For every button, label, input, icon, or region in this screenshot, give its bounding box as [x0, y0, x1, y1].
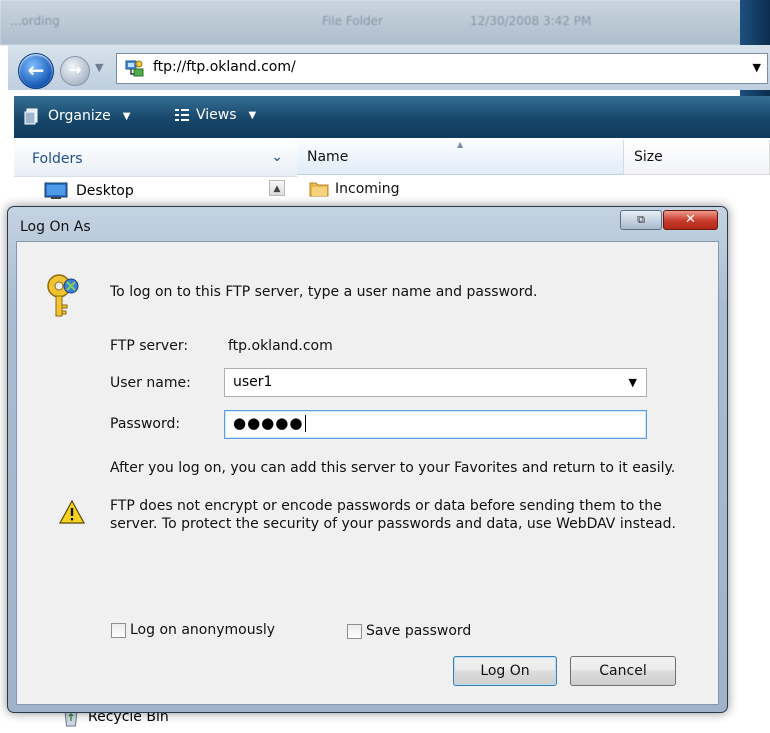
file-row-incoming[interactable]: Incoming — [309, 180, 400, 198]
views-label: Views — [196, 107, 237, 123]
password-value: ●●●●● — [233, 414, 307, 432]
forward-arrow-icon[interactable]: → — [60, 56, 90, 86]
checkbox-box[interactable] — [111, 622, 126, 638]
warning-line-1: FTP does not encrypt or encode passwords… — [110, 498, 662, 514]
column-name-label: Name — [307, 149, 349, 165]
chevron-down-icon: ▼ — [122, 110, 131, 122]
ftp-network-icon — [125, 60, 144, 77]
save-password-label: Save password — [366, 623, 472, 639]
scroll-up-button[interactable]: ▲ — [269, 180, 285, 196]
user-name-label: User name: — [110, 375, 191, 391]
chevron-down-icon[interactable]: ⌄ — [271, 149, 283, 165]
anonymous-label: Log on anonymously — [130, 622, 276, 638]
background-title-strip: ...ording File Folder 12/30/2008 3:42 PM — [0, 0, 770, 45]
ghost-text-right: 12/30/2008 3:42 PM — [470, 14, 592, 28]
folder-icon — [309, 182, 329, 197]
chevron-down-icon[interactable]: ▼ — [629, 376, 637, 389]
save-password-checkbox[interactable]: Save password — [347, 623, 471, 639]
restore-icon[interactable]: ⧉ — [620, 210, 662, 230]
organize-button[interactable]: Organize ▼ — [24, 107, 130, 125]
cancel-button[interactable]: Cancel — [570, 656, 676, 686]
intro-text: To log on to this FTP server, type a use… — [110, 284, 538, 300]
chevron-down-icon: ▼ — [248, 109, 257, 121]
address-text: ftp://ftp.okland.com/ — [153, 59, 296, 75]
back-arrow-icon[interactable]: ← — [18, 53, 54, 89]
close-icon[interactable]: ✕ — [663, 210, 718, 230]
ftp-server-value: ftp.okland.com — [228, 338, 333, 354]
column-header-size[interactable]: Size — [624, 140, 770, 175]
organize-icon — [24, 108, 38, 125]
password-field[interactable]: ●●●●● — [224, 410, 647, 439]
ghost-text-middle: File Folder — [322, 14, 383, 28]
keys-icon — [47, 274, 79, 317]
user-name-combo[interactable]: user1 ▼ — [224, 368, 647, 397]
user-name-value: user1 — [233, 374, 273, 390]
logon-button[interactable]: Log On — [453, 656, 557, 686]
command-toolbar: Organize ▼ Views ▼ — [14, 96, 770, 138]
address-dropdown-arrow[interactable]: ▼ — [753, 61, 761, 74]
folders-header[interactable]: Folders ⌄ — [14, 140, 297, 177]
dialog-title: Log On As — [20, 219, 91, 235]
dialog-body: To log on to this FTP server, type a use… — [16, 241, 719, 705]
views-icon — [175, 109, 189, 121]
ghost-text-left: ...ording — [10, 14, 60, 28]
password-label: Password: — [110, 416, 181, 432]
recent-pages-dropdown[interactable]: ▼ — [95, 61, 103, 74]
address-field[interactable]: ftp://ftp.okland.com/ ▼ — [116, 53, 768, 84]
tree-item-desktop[interactable]: Desktop — [44, 182, 134, 200]
desktop-icon — [44, 182, 68, 199]
ftp-server-label: FTP server: — [110, 338, 189, 354]
organize-label: Organize — [48, 108, 111, 124]
logon-dialog: Log On As ⧉ ✕ To log on to this FTP serv… — [7, 206, 728, 713]
checkbox-box[interactable] — [347, 623, 362, 639]
sort-ascending-icon: ▲ — [457, 140, 464, 149]
column-header-name[interactable]: ▲ Name — [297, 140, 624, 175]
folders-label: Folders — [32, 151, 83, 167]
warning-icon — [59, 500, 85, 524]
after-logon-text: After you log on, you can add this serve… — [110, 460, 676, 476]
warning-line-2: server. To protect the security of your … — [110, 516, 676, 532]
anonymous-checkbox[interactable]: Log on anonymously — [111, 622, 275, 638]
views-button[interactable]: Views ▼ — [174, 107, 256, 123]
tree-item-label: Desktop — [76, 183, 134, 199]
file-name: Incoming — [335, 181, 400, 197]
column-size-label: Size — [634, 149, 663, 165]
